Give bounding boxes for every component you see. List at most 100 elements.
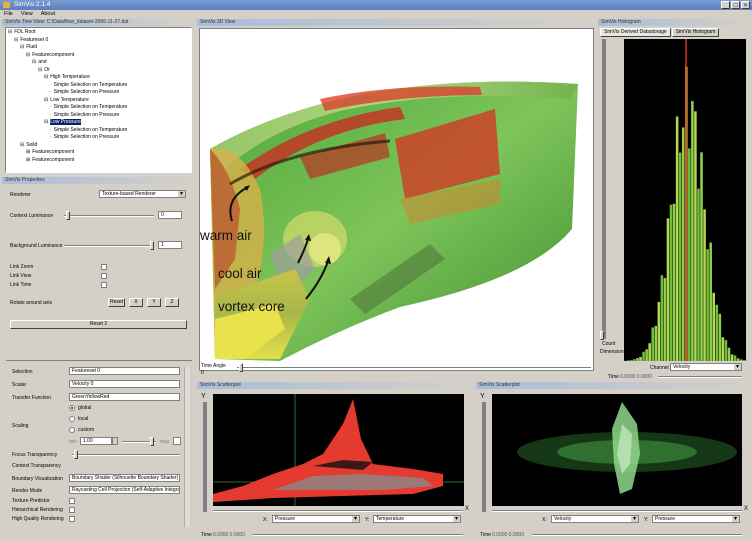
scatter1-y-select[interactable]: Temperature [373,515,461,523]
tree-expander-icon[interactable]: ⊟ [14,37,18,43]
scatter2-x-slider[interactable] [492,510,742,512]
tree-expander-icon[interactable]: ⊞ [26,157,30,163]
context-luminance-slider[interactable] [64,215,154,217]
tree-item[interactable]: ⊞ Featurecomponent [6,149,191,157]
scatter1-canvas[interactable] [213,394,464,506]
boundary-visualization-field[interactable]: Boundary Shader (Silhouette Boundary Sha… [69,474,180,482]
tree-item[interactable]: · Simple Selection on Temperature [6,127,191,135]
scatter1-time-slider[interactable] [253,534,463,536]
scatter2-time-slider[interactable] [532,534,742,536]
time-angle-slider[interactable] [237,367,591,369]
tree-item[interactable]: · Simple Selection on Temperature [6,104,191,112]
tree-item[interactable]: · Simple Selection on Pressure [6,134,191,142]
tree-expander-icon[interactable]: ⊟ [38,67,42,73]
background-luminance-thumb[interactable] [150,241,154,250]
tree-item[interactable]: ⊟ Featurecomponent [6,52,191,60]
tree-expander-icon[interactable]: ⊟ [44,119,48,125]
scatter2-x-select[interactable]: Velocity [551,515,639,523]
max-field[interactable] [173,437,181,445]
maximize-button[interactable]: □ [731,1,740,9]
local-radio[interactable] [69,416,75,422]
count-slider[interactable] [602,39,606,339]
properties-scrollbar[interactable] [184,367,190,527]
tree-item[interactable]: ⊟ and [6,59,191,67]
reset-view-button[interactable]: Reset 2 [10,320,187,329]
rotate-x-button[interactable]: X [129,298,143,307]
texture-predictor-checkbox[interactable] [69,498,75,504]
tree-expander-icon[interactable]: ⊞ [26,149,30,155]
scatter2-canvas[interactable] [492,394,742,506]
tab-derived-datastorage[interactable]: SimVis Derived Datastorage [600,28,671,37]
tree-expander-icon[interactable]: · [50,112,52,118]
tree-expander-icon[interactable]: ⊟ [44,74,48,80]
render-mode-field[interactable]: Raycasting Cell Projection (Self-Adaptiv… [69,486,180,494]
scatter1-x-slider[interactable] [213,510,463,512]
tree-item[interactable]: ⊟ FDL Root [6,29,191,37]
link-time-checkbox[interactable] [101,282,107,288]
tree-expander-icon[interactable]: · [50,104,52,110]
background-luminance-field[interactable]: 1 [158,241,182,249]
count-thumb[interactable] [600,331,604,340]
tree-expander-icon[interactable]: · [50,82,52,88]
tree-item[interactable]: · Simple Selection on Pressure [6,89,191,97]
link-view-checkbox[interactable] [101,273,107,279]
background-luminance-slider[interactable] [64,245,154,247]
scatter2-y-select[interactable]: Pressure [652,515,740,523]
menu-file[interactable]: File [4,10,13,19]
transfer-function-field[interactable]: GreenYellowRed [69,393,180,401]
tree-expander-icon[interactable]: ⊟ [44,97,48,103]
selection-field[interactable]: Featureset 0 [69,367,180,375]
rotate-z-button[interactable]: Z [165,298,179,307]
hist-time-slider[interactable] [658,376,742,378]
rotate-y-button[interactable]: Y [147,298,161,307]
view3d-canvas[interactable]: warm air cool air vortex core [199,28,594,371]
menu-view[interactable]: View [21,10,33,19]
scatter1-x-select[interactable]: Pressure [272,515,360,523]
context-luminance-thumb[interactable] [66,211,70,220]
hq-rendering-checkbox[interactable] [69,516,75,522]
tab-histogram[interactable]: SimVis Histogram [671,28,720,37]
tree-view[interactable]: ⊟ FDL Root ⊟ Featureset 0 ⊟ Fluid ⊟ Featurecomp… [5,27,192,173]
tree-item[interactable]: · Simple Selection on Temperature [6,82,191,90]
tree-expander-icon[interactable]: · [50,127,52,133]
tree-item[interactable]: ⊟ Fluid [6,44,191,52]
scatter1-y-slider[interactable] [203,402,207,512]
tree-item[interactable]: ⊞ Featurecomponent [6,157,191,165]
tree-item[interactable]: ⊟ Solid [6,142,191,150]
scatter2-y-slider[interactable] [482,402,486,512]
histogram-canvas[interactable] [624,39,746,361]
channel-select[interactable]: Velocity [670,363,742,371]
menu-about[interactable]: About [41,10,55,19]
tree-item[interactable]: ⊟ High Temperature [6,74,191,82]
context-transparency-label: Context Transparency [12,463,61,469]
focus-transparency-thumb[interactable] [74,450,78,459]
tree-item[interactable]: ⊟ Low Pressure [6,119,191,127]
minimize-button[interactable]: _ [721,1,730,9]
tree-expander-icon[interactable]: ⊟ [20,44,24,50]
renderer-select[interactable]: Texture-based Renderer [99,190,186,198]
tree-expander-icon[interactable]: ⊟ [32,59,36,65]
tree-expander-icon[interactable]: · [50,89,52,95]
scatter2-y-label: Y: [644,517,649,523]
tree-expander-icon[interactable]: ⊟ [20,142,24,148]
close-button[interactable]: × [741,1,750,9]
time-angle-thumb[interactable] [239,363,243,372]
link-zoom-checkbox[interactable] [101,264,107,270]
tree-expander-icon[interactable]: ⊟ [26,52,30,58]
tree-item[interactable]: · Simple Selection on Pressure [6,112,191,120]
tree-expander-icon[interactable]: · [50,134,52,140]
tree-item[interactable]: ⊟ Low Temperature [6,97,191,105]
tree-item[interactable]: ⊟ Or [6,67,191,75]
context-luminance-field[interactable]: 0 [158,211,182,219]
focus-transparency-slider[interactable] [72,454,180,456]
tree-item[interactable]: ⊟ Featureset 0 [6,37,191,45]
min-field[interactable]: 1.00 [80,437,112,445]
min-spinner[interactable] [112,437,118,445]
scalar-field[interactable]: Velocity 0 [69,380,180,388]
global-radio[interactable] [69,405,75,411]
custom-radio[interactable] [69,427,75,433]
tree-expander-icon[interactable]: ⊟ [8,29,12,35]
scaling-thumb[interactable] [150,437,154,446]
reset-rotation-button[interactable]: Reset [108,298,125,307]
hierarchical-rendering-checkbox[interactable] [69,507,75,513]
